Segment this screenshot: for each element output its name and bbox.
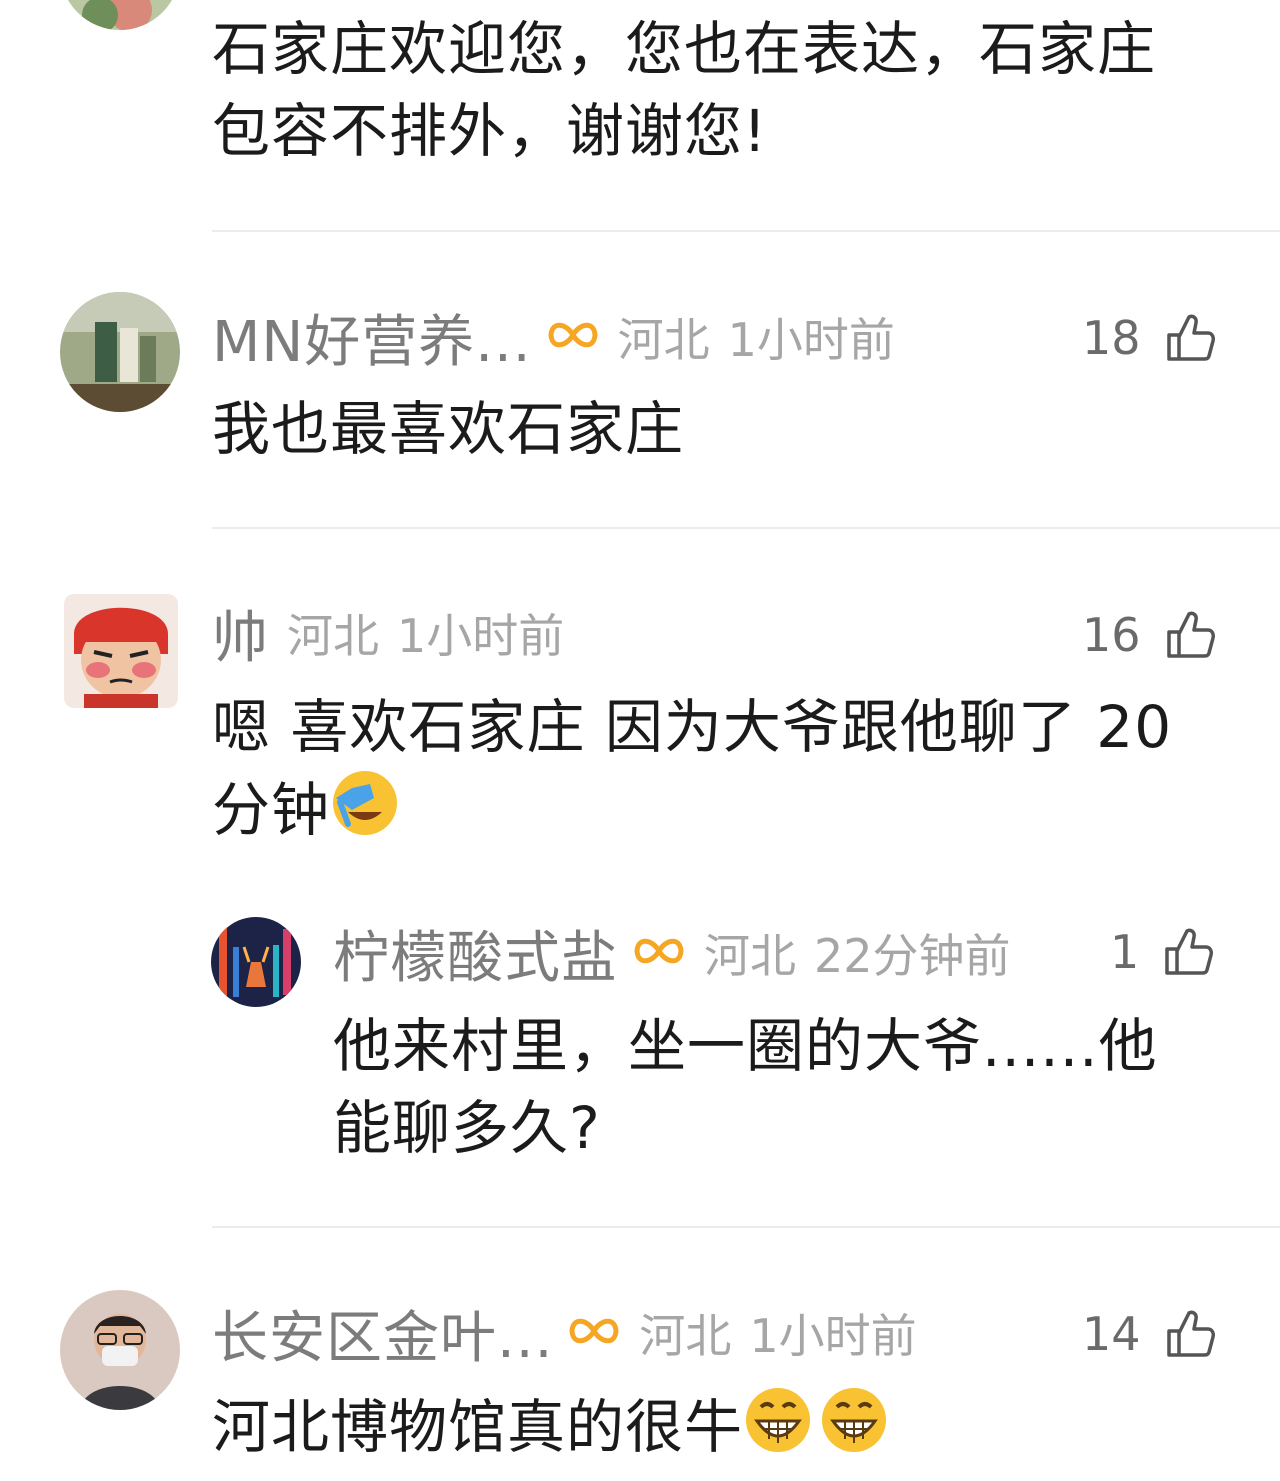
comment-text: 我也最喜欢石家庄	[212, 395, 685, 463]
timestamp: 1小时前	[749, 1309, 917, 1363]
like-button[interactable]: 14	[1082, 1304, 1217, 1364]
avatar[interactable]	[60, 1290, 180, 1410]
infinity-badge-icon	[632, 931, 686, 975]
avatar[interactable]	[211, 917, 301, 1007]
avatar[interactable]	[60, 0, 180, 30]
comment-text: 嗯 喜欢石家庄 因为大爷跟他聊了 20 分钟	[212, 686, 1172, 859]
username[interactable]: 长安区金叶...	[212, 1293, 553, 1374]
like-count: 16	[1082, 608, 1141, 662]
username[interactable]: 柠檬酸式盐	[333, 913, 618, 994]
grinning-face-icon	[819, 1385, 889, 1476]
infinity-badge-icon	[546, 315, 600, 359]
comment-meta: 帅 河北 1小时前	[212, 598, 565, 671]
divider	[212, 1226, 1280, 1228]
avatar[interactable]	[64, 594, 178, 708]
like-count: 1	[1110, 925, 1140, 979]
thumbs-up-icon	[1165, 928, 1214, 975]
grinning-face-icon	[743, 1385, 813, 1476]
reply-meta: 柠檬酸式盐 河北 22分钟前	[333, 918, 1011, 991]
like-count: 18	[1082, 311, 1141, 365]
location: 河北	[639, 1309, 732, 1363]
reply-text: 他来村里，坐一圈的大爷......他 能聊多久?	[333, 1012, 1158, 1162]
location: 河北	[704, 929, 796, 983]
like-button[interactable]: 18	[1082, 308, 1217, 368]
location: 河北	[287, 609, 379, 663]
comment-meta: MN好营养... 河北 1小时前	[212, 302, 895, 375]
timestamp: 22分钟前	[814, 929, 1011, 983]
avatar[interactable]	[60, 292, 180, 412]
like-count: 14	[1082, 1307, 1141, 1361]
comment-text: 河北博物馆真的很牛	[212, 1385, 889, 1476]
divider	[212, 527, 1280, 529]
comment-meta: 长安区金叶... 河北 1小时前	[212, 1298, 917, 1371]
username[interactable]: 帅	[212, 593, 269, 674]
comment-text: 石家庄欢迎您，您也在表达，石家庄 包容不排外，谢谢您!	[212, 15, 1157, 165]
location: 河北	[617, 313, 710, 367]
username[interactable]: MN好营养...	[212, 297, 532, 378]
timestamp: 1小时前	[727, 313, 895, 367]
like-button[interactable]: 1	[1110, 922, 1215, 982]
thumbs-up-icon	[1166, 314, 1215, 361]
divider	[212, 230, 1280, 232]
infinity-badge-icon	[567, 1311, 621, 1355]
thumbs-up-icon	[1166, 1310, 1215, 1357]
like-button[interactable]: 16	[1082, 605, 1217, 665]
timestamp: 1小时前	[397, 609, 565, 663]
thumbs-up-icon	[1166, 611, 1215, 658]
face-palm-laughing-icon	[330, 768, 400, 859]
